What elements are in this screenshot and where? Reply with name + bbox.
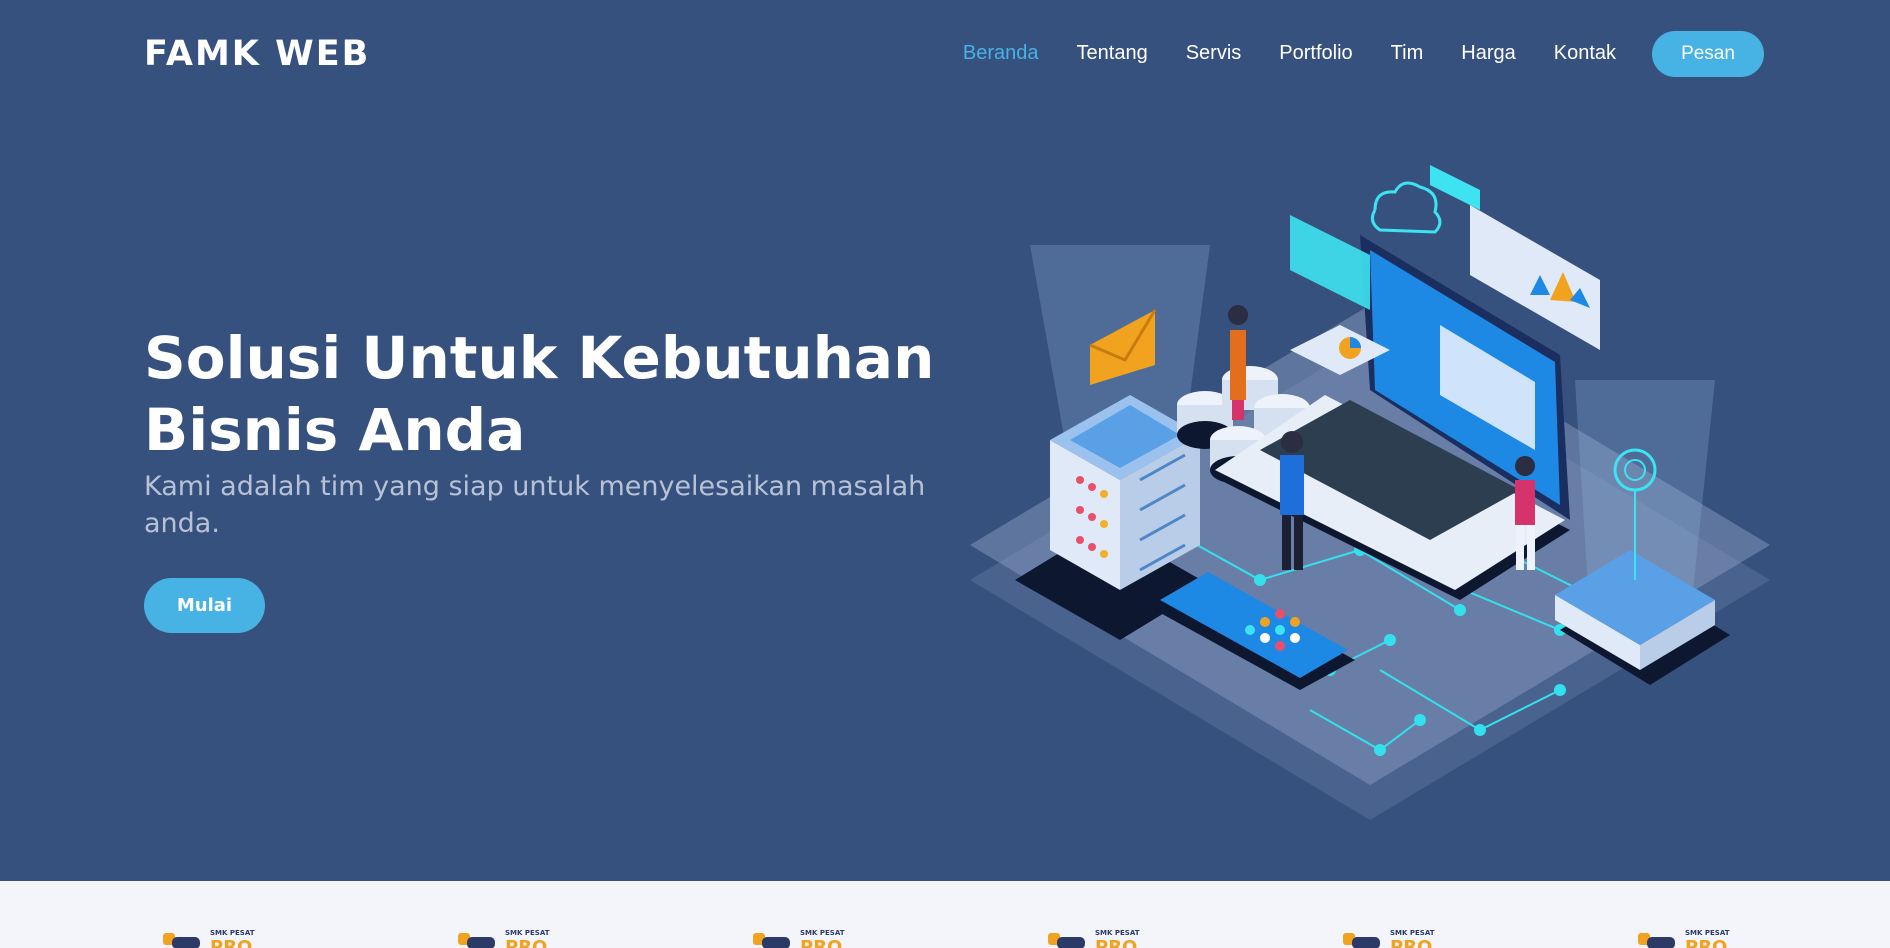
svg-text:PRO: PRO <box>210 937 252 948</box>
hero-illustration <box>970 165 1770 820</box>
order-button[interactable]: Pesan <box>1652 31 1764 77</box>
hero-subtitle: Kami adalah tim yang siap untuk menyeles… <box>144 471 926 539</box>
client-logo-text: SMK PESAT <box>505 929 550 937</box>
svg-text:PRO: PRO <box>800 937 842 948</box>
hero-title-line2: Bisnis Anda <box>144 396 526 464</box>
nav-link-tentang[interactable]: Tentang <box>1077 38 1148 68</box>
client-logo-text: SMK PESAT <box>1095 929 1140 937</box>
client-logo-text: SMK PESAT <box>1390 929 1435 937</box>
clients-section: SMK PESAT PRO SMK PESAT PRO SMK PESAT PRO S… <box>0 881 1890 948</box>
nav-link-portfolio[interactable]: Portfolio <box>1279 38 1352 68</box>
client-logo: SMK PESAT PRO <box>1340 923 1460 948</box>
svg-text:PRO: PRO <box>1095 937 1137 948</box>
nav-link-harga[interactable]: Harga <box>1461 38 1515 68</box>
client-logo: SMK PESAT PRO <box>455 923 575 948</box>
navbar: FAMK WEB Beranda Tentang Servis Portfoli… <box>0 0 1890 108</box>
nav-link-kontak[interactable]: Kontak <box>1554 38 1616 68</box>
hero-title: Solusi Untuk Kebutuhan Bisnis Anda <box>144 322 964 466</box>
client-logo-text: SMK PESAT <box>210 929 255 937</box>
hero-title-line1: Solusi Untuk Kebutuhan <box>144 324 935 392</box>
svg-text:PRO: PRO <box>1685 937 1727 948</box>
nav-links: Beranda Tentang Servis Portfolio Tim Har… <box>925 38 1616 68</box>
site-logo[interactable]: FAMK WEB <box>144 30 370 78</box>
nav-link-beranda[interactable]: Beranda <box>963 38 1039 68</box>
client-logo: SMK PESAT PRO <box>1635 923 1755 948</box>
svg-text:PRO: PRO <box>505 937 547 948</box>
client-logo-text: SMK PESAT <box>800 929 845 937</box>
client-logo-text: SMK PESAT <box>1685 929 1730 937</box>
svg-text:PRO: PRO <box>1390 937 1432 948</box>
client-logo: SMK PESAT PRO <box>160 923 280 948</box>
nav-link-tim[interactable]: Tim <box>1391 38 1424 68</box>
client-logo: SMK PESAT PRO <box>1045 923 1165 948</box>
client-logo: SMK PESAT PRO <box>750 923 870 948</box>
nav-link-servis[interactable]: Servis <box>1186 38 1242 68</box>
start-button[interactable]: Mulai <box>144 578 265 633</box>
